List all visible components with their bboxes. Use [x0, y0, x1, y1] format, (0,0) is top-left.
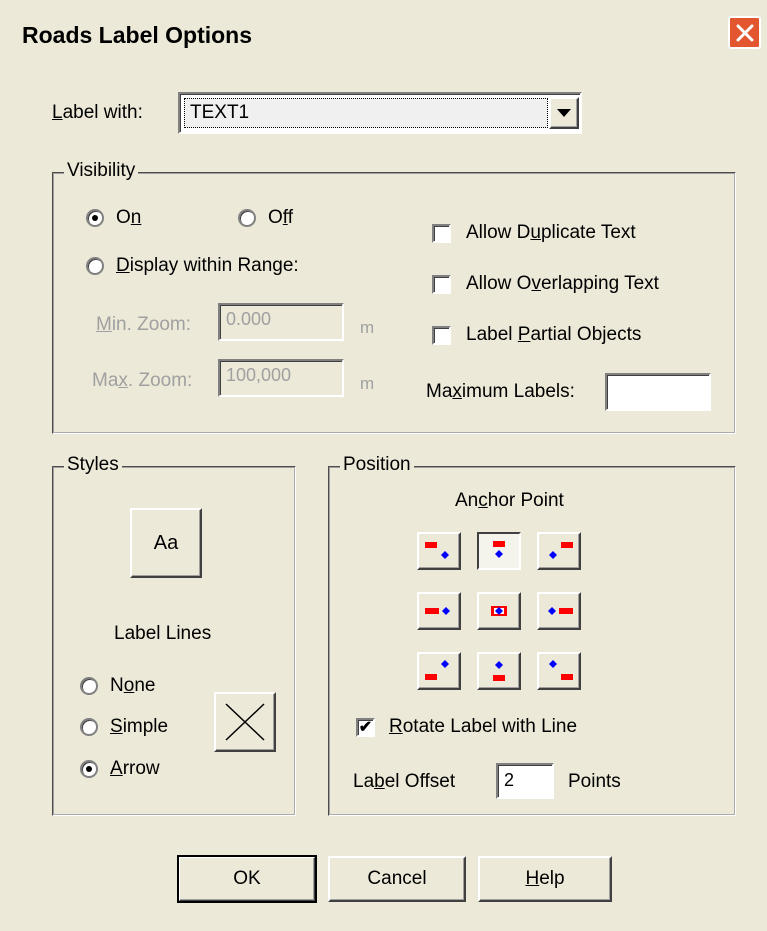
anchor-center-icon: [491, 606, 507, 616]
anchor-top-right-icon: [549, 542, 573, 559]
anchor-top-left-button[interactable]: [417, 532, 461, 570]
maximum-labels-input[interactable]: [605, 373, 711, 411]
display-within-range-radio[interactable]: [86, 257, 104, 275]
label-partial-objects-checkbox[interactable]: [432, 326, 451, 345]
min-zoom-label: Min. Zoom:: [96, 314, 192, 335]
label-lines-none-label: None: [110, 675, 156, 696]
max-zoom-unit: m: [360, 374, 375, 393]
anchor-top-left-icon: [425, 542, 449, 559]
allow-duplicate-text-label: Allow Duplicate Text: [466, 222, 636, 243]
anchor-bottom-right-button[interactable]: [537, 652, 581, 690]
anchor-bottom-left-button[interactable]: [417, 652, 461, 690]
visibility-legend: Visibility: [64, 160, 139, 182]
allow-overlapping-text-label: Allow Overlapping Text: [466, 273, 659, 294]
cancel-button[interactable]: Cancel: [328, 856, 466, 902]
ok-button-label: OK: [233, 868, 261, 889]
label-offset-unit: Points: [568, 771, 621, 792]
anchor-center-button[interactable]: [477, 592, 521, 630]
help-button[interactable]: Help: [478, 856, 612, 902]
anchor-bottom-center-icon: [493, 661, 505, 681]
max-zoom-label: Max. Zoom:: [92, 370, 193, 391]
anchor-bottom-center-button[interactable]: [477, 652, 521, 690]
radio-selected-dot: [92, 215, 98, 221]
chevron-down-icon: [557, 109, 571, 117]
display-within-range-label: Display within Range:: [116, 255, 299, 276]
anchor-point-title: Anchor Point: [455, 490, 564, 511]
anchor-middle-right-icon: [548, 607, 573, 615]
rotate-label-checkbox[interactable]: ✔: [356, 718, 375, 737]
visibility-on-label: On: [116, 207, 142, 228]
window-title: Roads Label Options: [22, 22, 253, 48]
anchor-top-right-button[interactable]: [537, 532, 581, 570]
dropdown-arrow-button[interactable]: [549, 97, 579, 129]
help-button-label: Help: [525, 868, 565, 889]
cancel-button-label: Cancel: [367, 868, 427, 889]
anchor-bottom-right-icon: [549, 660, 573, 680]
anchor-top-center-button[interactable]: [477, 532, 521, 570]
line-style-x-icon: [225, 703, 265, 741]
anchor-middle-left-icon: [425, 607, 450, 615]
anchor-middle-left-button[interactable]: [417, 592, 461, 630]
label-with-dropdown[interactable]: TEXT1: [178, 92, 582, 134]
font-style-button[interactable]: Aa: [130, 508, 202, 578]
label-lines-arrow-radio[interactable]: [80, 760, 98, 778]
checkmark-icon: ✔: [358, 718, 373, 736]
maximum-labels-label: Maximum Labels:: [426, 381, 575, 402]
min-zoom-input[interactable]: 0.000: [218, 303, 344, 341]
allow-overlapping-text-checkbox[interactable]: [432, 275, 451, 294]
radio-selected-dot: [86, 766, 92, 772]
rotate-label-label: Rotate Label with Line: [389, 716, 578, 737]
label-lines-simple-label: Simple: [110, 716, 169, 737]
max-zoom-input[interactable]: 100,000: [218, 359, 344, 397]
label-lines-title: Label Lines: [114, 623, 212, 644]
label-lines-none-radio[interactable]: [80, 677, 98, 695]
label-lines-arrow-label: Arrow: [110, 758, 160, 779]
label-offset-label: Label Offset: [353, 771, 456, 792]
allow-duplicate-text-checkbox[interactable]: [432, 224, 451, 243]
anchor-middle-right-button[interactable]: [537, 592, 581, 630]
position-legend: Position: [340, 454, 414, 476]
visibility-off-radio[interactable]: [238, 209, 256, 227]
label-with-label: Label with:: [52, 102, 143, 123]
label-with-value: TEXT1: [190, 102, 250, 123]
styles-legend: Styles: [64, 454, 122, 476]
label-lines-simple-radio[interactable]: [80, 718, 98, 736]
anchor-bottom-left-icon: [425, 660, 449, 680]
label-offset-input[interactable]: 2: [496, 763, 554, 799]
min-zoom-unit: m: [360, 318, 375, 337]
label-partial-objects-label: Label Partial Objects: [466, 324, 642, 345]
visibility-on-radio[interactable]: [86, 209, 104, 227]
anchor-top-center-icon: [493, 541, 505, 558]
close-button[interactable]: [728, 16, 761, 49]
visibility-off-label: Off: [268, 207, 293, 228]
close-icon: [736, 24, 753, 41]
line-style-button[interactable]: [214, 692, 276, 752]
ok-button[interactable]: OK: [177, 855, 317, 903]
